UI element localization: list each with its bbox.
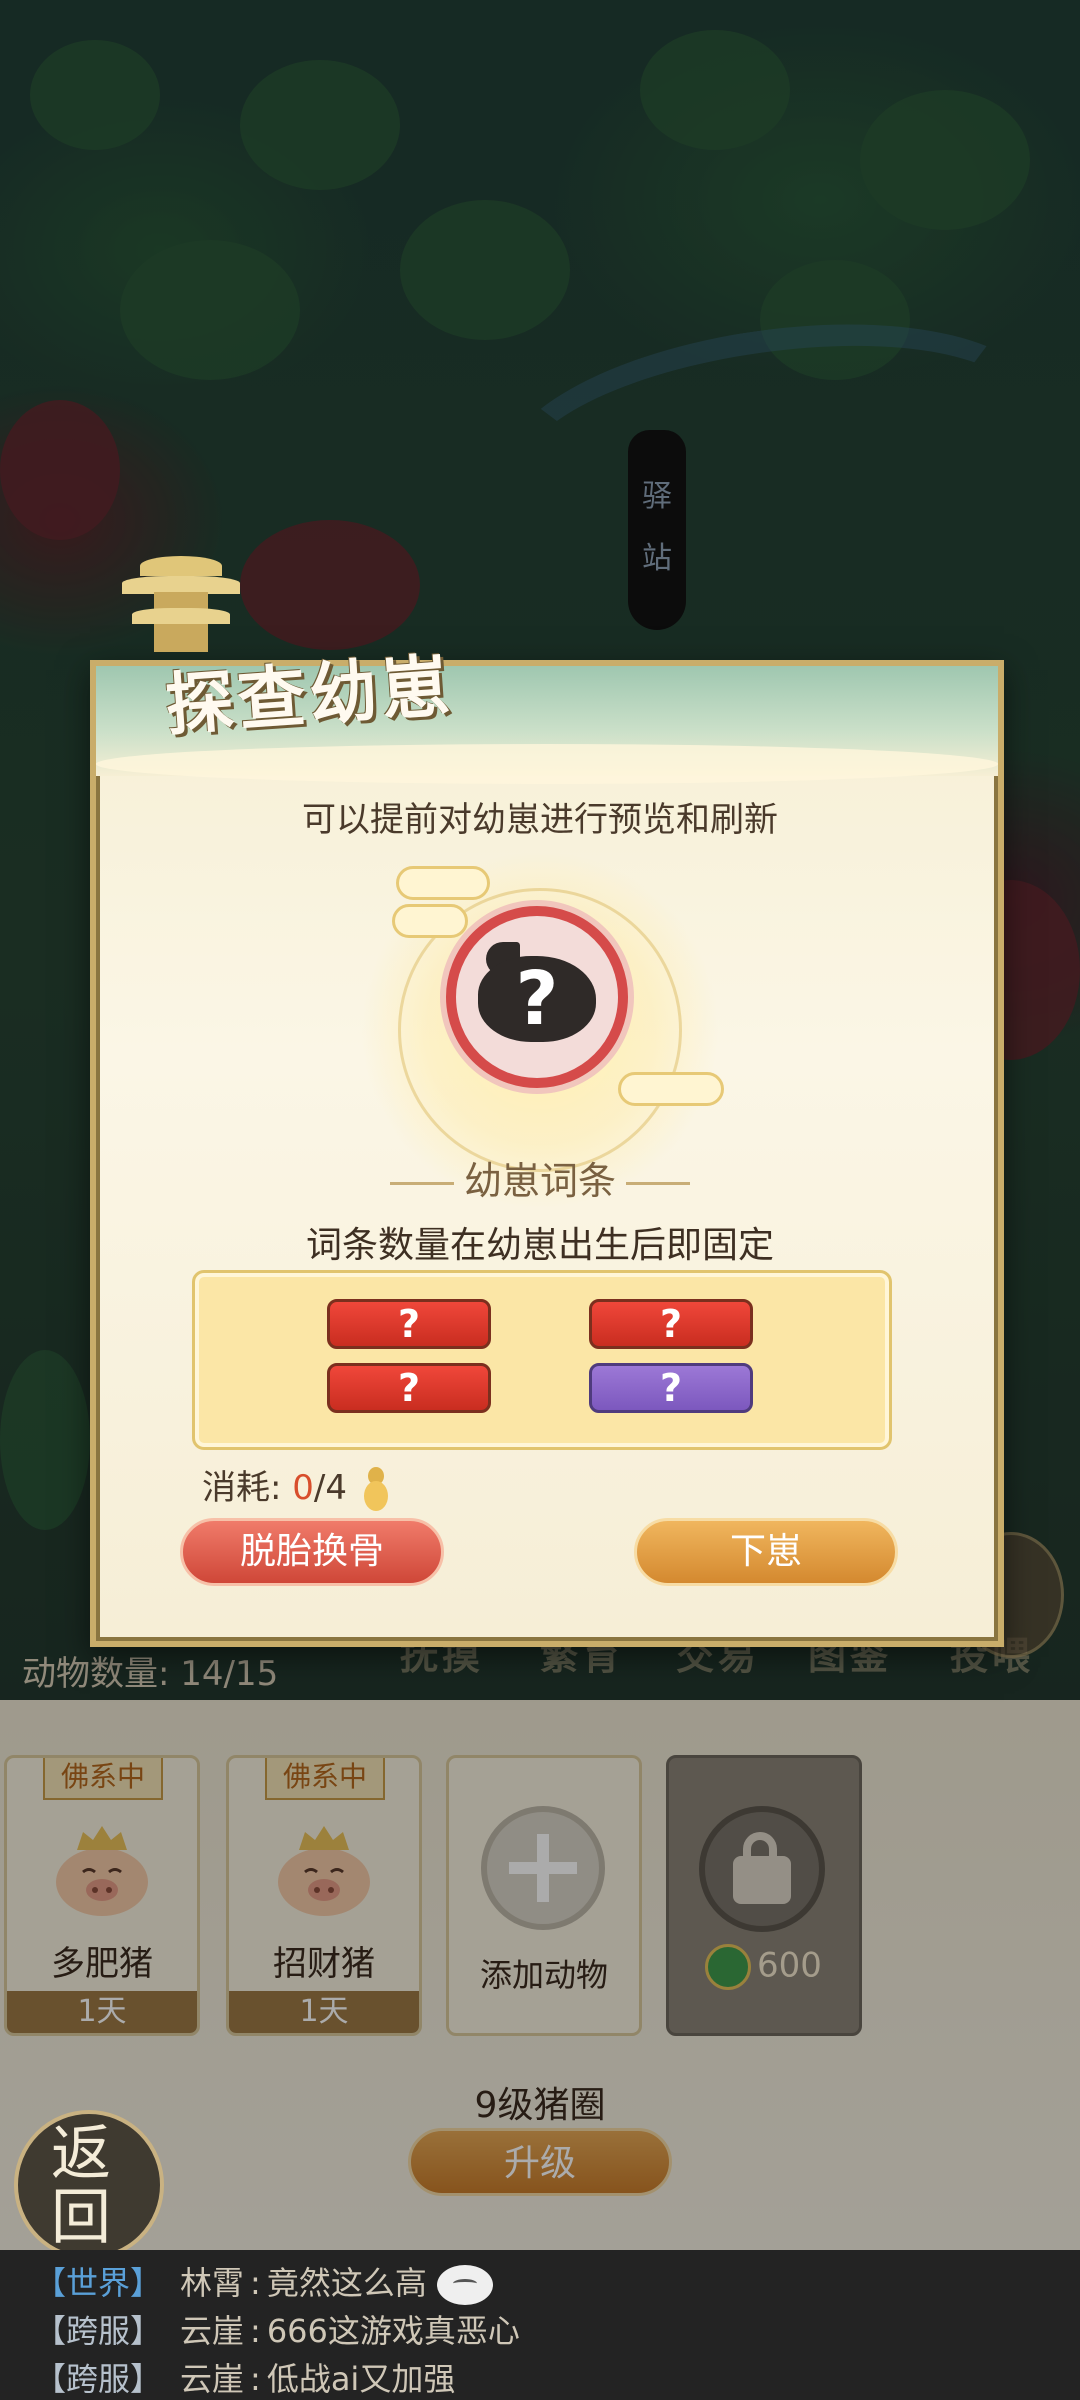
cost-separator: /	[313, 1468, 326, 1508]
question-mark: ?	[515, 956, 559, 1042]
chat-panel[interactable]: 【世界】 林霄: 竟然这么高 【跨服】 云崖:666这游戏真恶心 【跨服】 云崖: 低战a…	[0, 2250, 1080, 2400]
chat-user[interactable]: 林霄	[180, 2264, 244, 2302]
chat-channel: 【世界】	[34, 2264, 163, 2302]
chat-separator: :	[250, 2360, 261, 2398]
pig-silhouette-icon: ?	[478, 942, 596, 1050]
chat-message: 竟然这么高	[266, 2264, 427, 2302]
rebirth-button[interactable]: 脱胎换骨	[180, 1518, 444, 1586]
chat-line: 【跨服】 云崖:666这游戏真恶心	[34, 2306, 520, 2352]
pagoda-icon	[122, 556, 240, 654]
chat-user[interactable]: 云崖	[180, 2312, 244, 2350]
traits-grid: ? ? ? ?	[192, 1270, 892, 1450]
back-button-label: 返回	[51, 2119, 111, 2253]
chat-line: 【世界】 林霄: 竟然这么高	[34, 2258, 493, 2305]
chat-channel: 【跨服】	[34, 2360, 163, 2398]
cost-display: 消耗: 0/4	[202, 1460, 388, 1513]
trait-slot-3[interactable]: ?	[327, 1363, 491, 1413]
divider-ornament	[389, 1182, 454, 1185]
chat-user[interactable]: 云崖	[180, 2360, 244, 2398]
chat-separator: :	[250, 2264, 261, 2302]
traits-description: 词条数量在幼崽出生后即固定	[305, 1225, 774, 1266]
chat-separator: :	[250, 2312, 261, 2350]
cost-current: 0	[292, 1468, 314, 1508]
traits-section-title: 幼崽词条	[0, 1150, 1080, 1205]
cloud-ornament	[618, 1072, 724, 1106]
traits-section-title-text: 幼崽词条	[463, 1159, 616, 1203]
mystery-cub-avatar[interactable]: ?	[446, 906, 628, 1088]
trait-slot-2[interactable]: ?	[589, 1299, 753, 1349]
cloud-ornament	[392, 904, 468, 938]
divider-ornament	[626, 1182, 690, 1185]
cost-required: 4	[325, 1468, 348, 1508]
chat-message: 低战ai又加强	[266, 2360, 456, 2398]
emoji-sticker-icon	[436, 2265, 493, 2305]
trait-slot-1[interactable]: ?	[327, 1299, 491, 1349]
dialog-title: 探查幼崽	[163, 646, 456, 746]
chat-line: 【跨服】 云崖: 低战ai又加强	[34, 2354, 455, 2400]
give-birth-button[interactable]: 下崽	[634, 1518, 898, 1586]
trait-slot-4[interactable]: ?	[589, 1363, 753, 1413]
back-button[interactable]: 返回	[14, 2110, 164, 2260]
dialog-subtitle: 可以提前对幼崽进行预览和刷新	[302, 800, 778, 840]
chat-message: 666这游戏真恶心	[266, 2312, 520, 2350]
cloud-ornament	[396, 866, 490, 900]
chat-channel: 【跨服】	[34, 2312, 163, 2350]
gourd-icon	[363, 1466, 388, 1513]
cost-label: 消耗:	[202, 1468, 282, 1508]
